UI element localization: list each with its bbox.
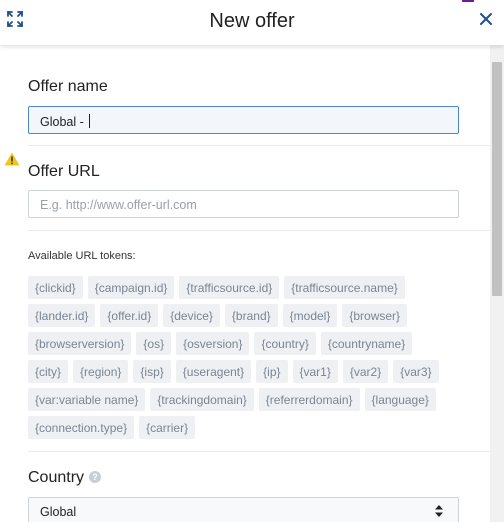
url-token[interactable]: {var3} bbox=[393, 360, 439, 383]
url-token[interactable]: {campaign.id} bbox=[87, 276, 175, 299]
url-token[interactable]: {language} bbox=[364, 388, 436, 411]
country-selected-value: Global bbox=[40, 505, 77, 519]
top-accent-bar bbox=[462, 0, 474, 2]
offer-url-label: Offer URL bbox=[28, 163, 100, 180]
token-row: {city} {region} {isp} {useragent} {ip} {var1}… bbox=[28, 360, 468, 383]
url-token[interactable]: {referrerdomain} bbox=[258, 388, 360, 411]
offer-url-input[interactable]: E.g. http://www.offer-url.com bbox=[28, 190, 459, 218]
url-token[interactable]: {var:variable name} bbox=[28, 388, 146, 411]
url-token[interactable]: {trackingdomain} bbox=[150, 388, 254, 411]
url-tokens-label: Available URL tokens: bbox=[28, 250, 136, 262]
token-row: {browserversion} {os} {osversion} {country}… bbox=[28, 332, 468, 355]
offer-name-input[interactable]: Global - bbox=[28, 106, 459, 134]
url-token[interactable]: {isp} bbox=[133, 360, 171, 383]
url-token[interactable]: {offer.id} bbox=[100, 304, 159, 327]
url-token[interactable]: {connection.type} bbox=[28, 416, 135, 439]
token-row: {clickid} {campaign.id} {trafficsource.id}… bbox=[28, 276, 468, 299]
url-token[interactable]: {lander.id} bbox=[28, 304, 96, 327]
url-token[interactable]: {model} bbox=[282, 304, 338, 327]
token-row: {var:variable name} {trackingdomain} {refe… bbox=[28, 388, 468, 411]
sort-arrows-icon bbox=[434, 504, 444, 518]
offer-url-placeholder: E.g. http://www.offer-url.com bbox=[40, 198, 197, 212]
country-select[interactable]: Global bbox=[28, 497, 459, 522]
url-token[interactable]: {trafficsource.id} bbox=[179, 276, 280, 299]
url-token[interactable]: {carrier} bbox=[139, 416, 196, 439]
url-token[interactable]: {osversion} bbox=[176, 332, 250, 355]
url-token[interactable]: {ip} bbox=[256, 360, 288, 383]
url-token[interactable]: {region} bbox=[73, 360, 129, 383]
url-token[interactable]: {countryname} bbox=[320, 332, 413, 355]
url-tokens-list: {clickid} {campaign.id} {trafficsource.id}… bbox=[28, 276, 468, 444]
url-token[interactable]: {device} bbox=[163, 304, 220, 327]
url-token[interactable]: {useragent} bbox=[175, 360, 252, 383]
dialog-header: New offer bbox=[0, 0, 504, 45]
help-icon[interactable]: ? bbox=[89, 471, 102, 483]
section-divider bbox=[28, 230, 490, 231]
country-label: Country? bbox=[28, 469, 459, 487]
url-token[interactable]: {city} bbox=[28, 360, 69, 383]
offer-name-label: Offer name bbox=[28, 78, 108, 95]
url-token[interactable]: {os} bbox=[136, 332, 172, 355]
section-divider bbox=[28, 451, 490, 452]
url-token[interactable]: {var2} bbox=[342, 360, 389, 383]
text-caret bbox=[89, 114, 91, 128]
url-token[interactable]: {browserversion} bbox=[28, 332, 132, 355]
url-token[interactable]: {clickid} bbox=[28, 276, 83, 299]
country-label-text: Country bbox=[28, 469, 85, 486]
section-divider bbox=[28, 145, 490, 146]
token-row: {lander.id} {offer.id} {device} {brand} {mod… bbox=[28, 304, 468, 327]
dialog-title: New offer bbox=[209, 10, 295, 32]
url-token[interactable]: {trafficsource.name} bbox=[284, 276, 405, 299]
url-token[interactable]: {browser} bbox=[342, 304, 408, 327]
close-icon[interactable] bbox=[476, 9, 496, 29]
offer-name-value: Global - bbox=[40, 115, 88, 129]
url-token[interactable]: {var1} bbox=[292, 360, 338, 383]
scrollbar-thumb[interactable] bbox=[492, 62, 502, 296]
url-token[interactable]: {country} bbox=[254, 332, 316, 355]
url-token[interactable]: {brand} bbox=[224, 304, 278, 327]
token-row: {connection.type} {carrier} bbox=[28, 416, 468, 439]
warning-icon bbox=[4, 152, 20, 166]
